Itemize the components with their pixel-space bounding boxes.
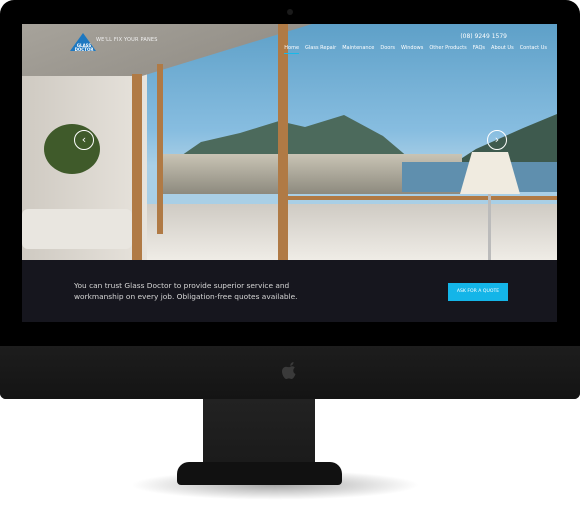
- slider-next-icon[interactable]: ›: [487, 130, 507, 150]
- monitor-stand: [203, 399, 315, 469]
- band-text: You can trust Glass Doctor to provide su…: [74, 281, 298, 301]
- nav-maintenance[interactable]: Maintenance: [342, 45, 374, 54]
- imac-monitor: GLASS DOCTOR WE'LL FIX YOUR PANES (08) 9…: [0, 0, 580, 399]
- camera: [287, 9, 293, 15]
- nav-doors[interactable]: Doors: [380, 45, 395, 54]
- nav-windows[interactable]: Windows: [401, 45, 423, 54]
- website-screen: GLASS DOCTOR WE'LL FIX YOUR PANES (08) 9…: [22, 24, 557, 322]
- sofa: [22, 209, 132, 249]
- monitor-foot: [177, 462, 342, 485]
- plant: [44, 124, 100, 174]
- nav-home[interactable]: Home: [284, 45, 300, 54]
- window-frame: [132, 74, 142, 260]
- nav-contact-us[interactable]: Contact Us: [520, 45, 547, 54]
- apple-logo-icon: [282, 362, 296, 379]
- main-nav: Home Glass Repair Maintenance Doors Wind…: [284, 45, 547, 54]
- nav-glass-repair[interactable]: Glass Repair: [305, 45, 336, 54]
- tagline: WE'LL FIX YOUR PANES: [96, 37, 158, 43]
- cta-band: You can trust Glass Doctor to provide su…: [22, 260, 557, 322]
- window-frame: [157, 64, 163, 234]
- nav-about-us[interactable]: About Us: [491, 45, 514, 54]
- ask-quote-button[interactable]: ASK FOR A QUOTE: [448, 283, 508, 301]
- nav-faqs[interactable]: FAQs: [473, 45, 485, 54]
- lamp-stand: [488, 194, 491, 260]
- hero-image: GLASS DOCTOR WE'LL FIX YOUR PANES (08) 9…: [22, 24, 557, 260]
- phone-number[interactable]: (08) 9249 1579: [460, 33, 507, 40]
- nav-other-products[interactable]: Other Products: [429, 45, 466, 54]
- site-header: GLASS DOCTOR WE'LL FIX YOUR PANES (08) 9…: [22, 24, 557, 60]
- slider-prev-icon[interactable]: ‹: [74, 130, 94, 150]
- logo-text: GLASS DOCTOR: [74, 43, 94, 52]
- railing: [288, 196, 557, 200]
